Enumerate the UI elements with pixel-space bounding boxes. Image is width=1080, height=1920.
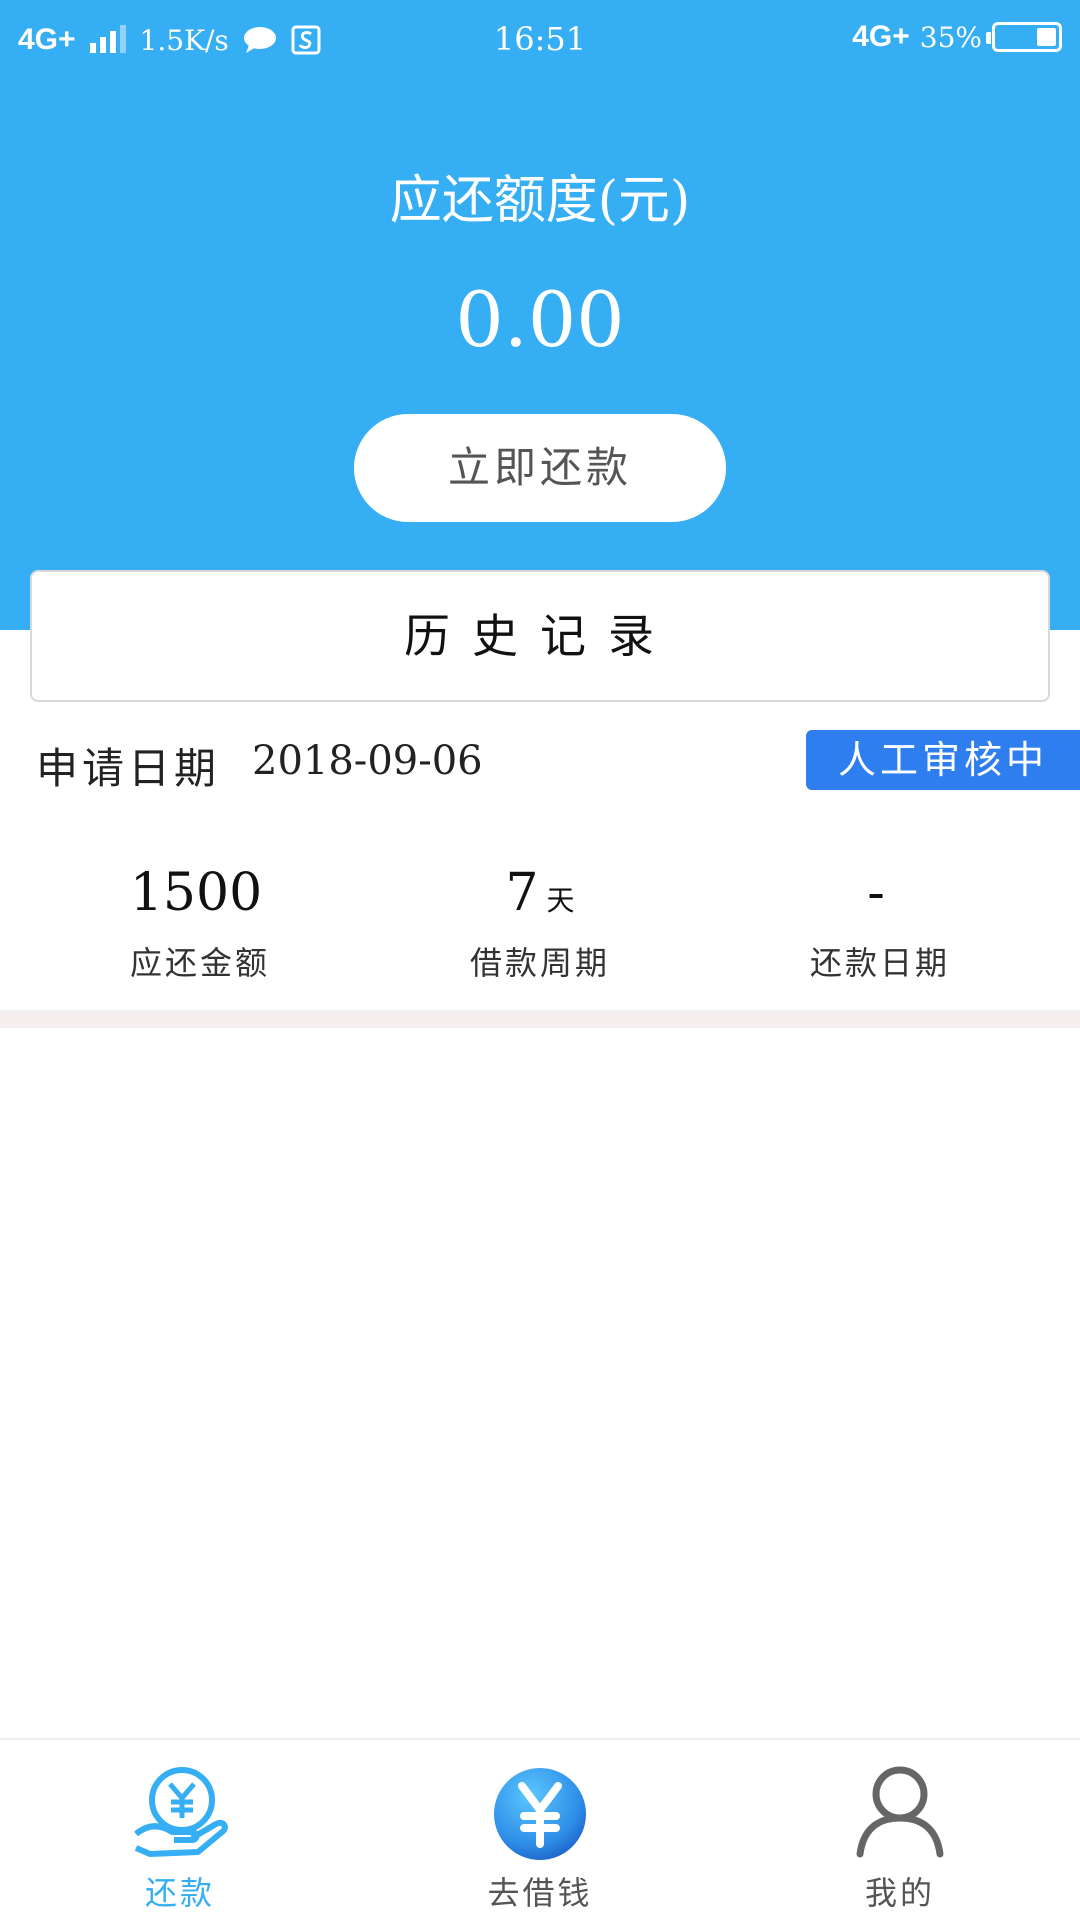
bottom-nav: 还款 去借钱 我的 (0, 1738, 1080, 1920)
stat-label: 还款日期 (809, 944, 950, 982)
repay-hand-yen-icon (134, 1767, 228, 1857)
tab-borrow[interactable]: 去借钱 (360, 1740, 720, 1920)
yen-coin-icon (494, 1768, 586, 1860)
application-date: 2018-09-06 (252, 738, 483, 784)
amount-title: 应还额度(元) (389, 171, 691, 231)
battery-icon (986, 22, 1062, 52)
history-records-card[interactable]: 历史记录 (30, 570, 1050, 702)
application-date-label: 申请日期 (36, 744, 221, 793)
stat-value: - (867, 863, 885, 923)
stat-label: 借款周期 (469, 944, 610, 982)
status-right: 4G+ 35% (852, 14, 1062, 60)
stat-loan-period: 7天 借款周期 (360, 860, 720, 984)
tab-mine[interactable]: 我的 (720, 1740, 1080, 1920)
stat-unit: 天 (546, 884, 575, 917)
status-bar: 4G+ 1.5K/s 16:51 4G+ 35% (0, 0, 1080, 80)
stat-repay-amount: 1500 应还金额 (20, 860, 380, 984)
stat-label: 应还金额 (129, 944, 270, 982)
tab-mine-label: 我的 (864, 1874, 935, 1912)
battery-percent: 35% (919, 20, 982, 54)
stat-repay-date: - 还款日期 (700, 860, 1060, 984)
network-type-right: 4G+ (852, 20, 910, 53)
amount-value: 0.00 (455, 275, 625, 364)
screen: 4G+ 1.5K/s 16:51 4G+ 35% 应还额度(元) 0.00 立即… (0, 0, 1080, 1920)
status-badge: 人工审核中 (806, 730, 1080, 790)
section-divider (0, 1010, 1080, 1028)
tab-borrow-label: 去借钱 (487, 1874, 593, 1912)
person-icon (856, 1766, 944, 1858)
stat-value: 7天 (505, 863, 575, 923)
tab-repay-label: 还款 (144, 1874, 215, 1912)
tab-repay[interactable]: 还款 (0, 1740, 360, 1920)
stat-value: 1500 (129, 863, 263, 923)
repay-now-button[interactable]: 立即还款 (354, 414, 726, 522)
